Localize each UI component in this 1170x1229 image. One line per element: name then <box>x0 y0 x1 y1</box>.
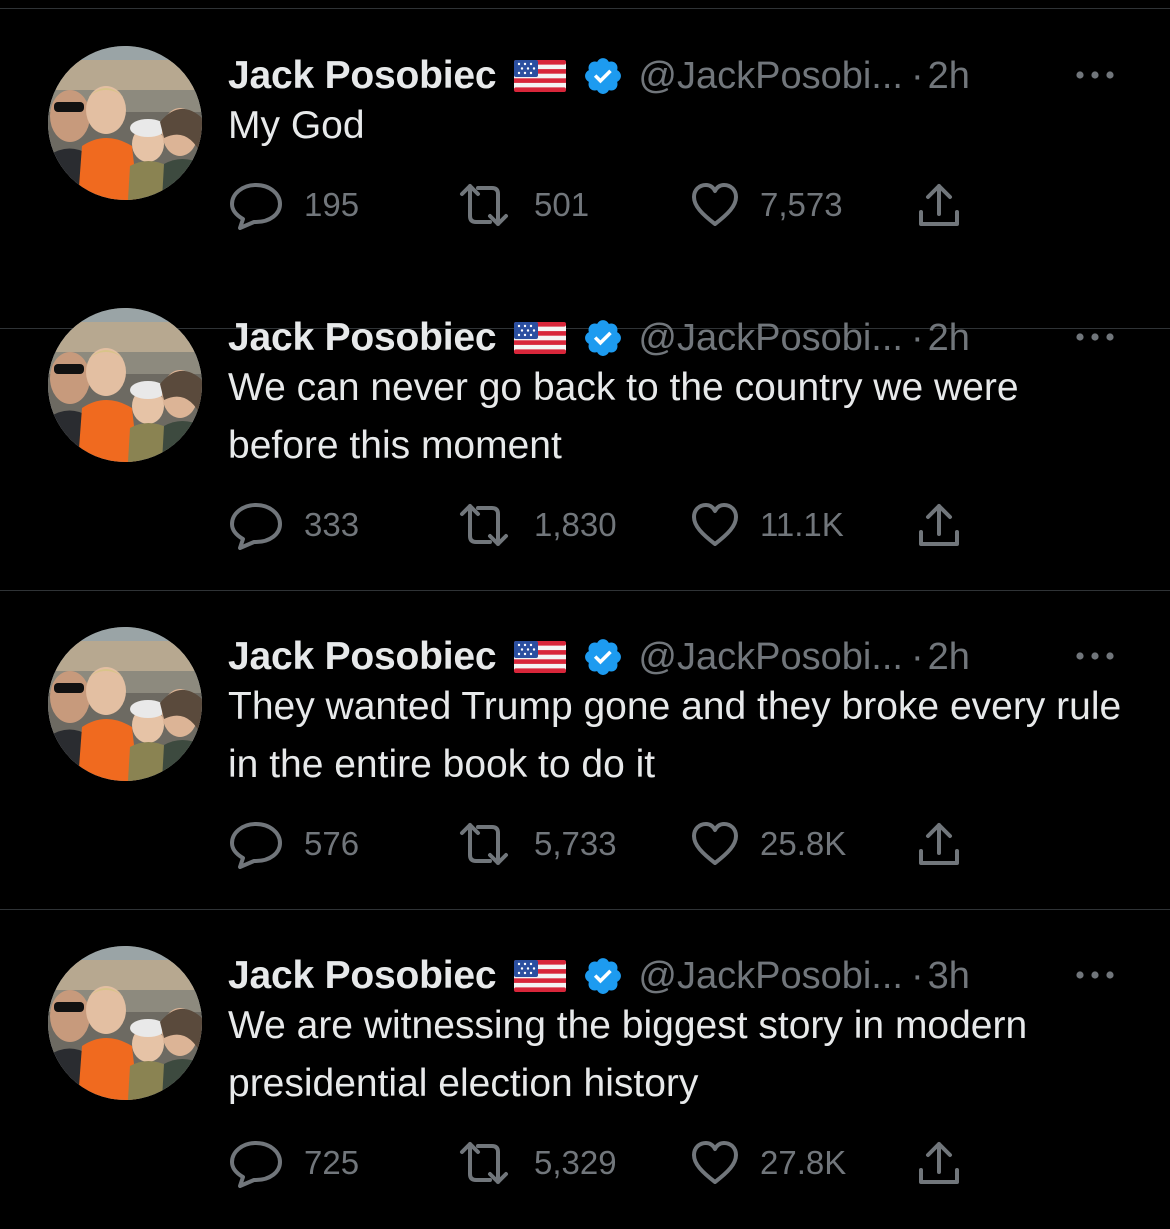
verified-badge-icon <box>582 955 624 997</box>
heart-icon <box>692 1141 738 1184</box>
tweet[interactable]: Jack Posobiec @JackPosobi... · 2h <box>0 591 1170 910</box>
like-count: 27.8K <box>760 1144 847 1181</box>
timestamp[interactable]: 2h <box>928 55 970 98</box>
retweet-icon <box>460 823 508 865</box>
like-button[interactable]: 11.1K <box>690 500 844 550</box>
retweet-count: 501 <box>534 186 590 223</box>
share-button[interactable] <box>916 1138 962 1188</box>
tweet-actions: 725 5,329 27.8K <box>228 1138 988 1188</box>
retweet-count: 1,830 <box>534 506 617 543</box>
tweet-text: My God <box>228 104 365 147</box>
reply-button[interactable]: 725 <box>228 1138 359 1188</box>
us-flag-icon <box>514 322 567 354</box>
more-options-icon[interactable] <box>1072 646 1118 666</box>
author-handle[interactable]: @JackPosobi... <box>638 955 903 998</box>
avatar[interactable] <box>48 627 202 781</box>
dot-separator: · <box>910 316 924 359</box>
us-flag-icon <box>514 960 567 992</box>
share-button[interactable] <box>916 819 962 869</box>
like-button[interactable]: 25.8K <box>690 819 846 869</box>
tweet-header: Jack Posobiec @JackPosobi... · 3h <box>228 950 970 1002</box>
dot-separator: · <box>910 54 924 97</box>
share-icon <box>919 823 959 865</box>
like-count: 11.1K <box>760 506 844 543</box>
reply-count: 195 <box>304 186 360 223</box>
avatar[interactable] <box>48 308 202 462</box>
author-handle[interactable]: @JackPosobi... <box>638 55 903 98</box>
author-name[interactable]: Jack Posobiec <box>228 954 497 998</box>
tweet-header: Jack Posobiec @JackPosobi... · 2h <box>228 631 970 683</box>
avatar[interactable] <box>48 946 202 1100</box>
more-options-icon[interactable] <box>1072 65 1118 85</box>
reply-button[interactable]: 195 <box>228 180 359 230</box>
author-handle[interactable]: @JackPosobi... <box>638 636 903 679</box>
reply-button[interactable]: 576 <box>228 819 359 869</box>
tweet-text: We can never go back to the country we w… <box>228 366 1019 467</box>
share-button[interactable] <box>916 500 962 550</box>
retweet-button[interactable]: 5,329 <box>454 1138 617 1188</box>
verified-badge-icon <box>582 55 624 97</box>
like-button[interactable]: 7,573 <box>690 180 843 230</box>
avatar[interactable] <box>48 46 202 200</box>
us-flag-icon <box>514 60 567 92</box>
author-name[interactable]: Jack Posobiec <box>228 635 497 679</box>
tweet-text: They wanted Trump gone and they broke ev… <box>228 685 1122 786</box>
heart-icon <box>692 503 738 546</box>
share-button[interactable] <box>916 180 962 230</box>
timestamp[interactable]: 2h <box>928 636 970 679</box>
author-handle[interactable]: @JackPosobi... <box>638 317 903 360</box>
retweet-icon <box>460 184 508 226</box>
reply-icon <box>230 822 282 869</box>
retweet-button[interactable]: 1,830 <box>454 500 617 550</box>
retweet-count: 5,733 <box>534 825 617 862</box>
reply-count: 725 <box>304 1144 360 1181</box>
share-icon <box>919 504 959 546</box>
reply-button[interactable]: 333 <box>228 500 359 550</box>
tweet[interactable]: Jack Posobiec @JackPosobi... · 3h We are… <box>0 910 1170 1229</box>
retweet-button[interactable]: 5,733 <box>454 819 617 869</box>
reply-count: 333 <box>304 506 360 543</box>
tweet-actions: 195 501 7,573 <box>228 180 988 230</box>
timestamp[interactable]: 3h <box>928 955 970 998</box>
retweet-icon <box>460 504 508 546</box>
reply-count: 576 <box>304 825 360 862</box>
us-flag-icon <box>514 641 567 673</box>
share-icon <box>919 184 959 226</box>
heart-icon <box>692 183 738 226</box>
tweet[interactable]: Jack Posobiec @JackPosobi... · 2h <box>0 272 1170 591</box>
author-name[interactable]: Jack Posobiec <box>228 316 497 360</box>
retweet-icon <box>460 1142 508 1184</box>
reply-icon <box>230 503 282 550</box>
retweet-count: 5,329 <box>534 1144 617 1181</box>
verified-badge-icon <box>582 317 624 359</box>
reply-icon <box>230 1141 282 1188</box>
verified-badge-icon <box>582 636 624 678</box>
dot-separator: · <box>910 635 924 678</box>
top-divider <box>0 8 1170 9</box>
author-name[interactable]: Jack Posobiec <box>228 54 497 98</box>
tweet-header: Jack Posobiec @JackPosobi... · 2h <box>228 312 970 364</box>
share-icon <box>919 1142 959 1184</box>
tweet-actions: 576 5,733 25.8K <box>228 819 988 869</box>
like-count: 7,573 <box>760 186 843 223</box>
like-button[interactable]: 27.8K <box>690 1138 846 1188</box>
tweet-text: We are witnessing the biggest story in m… <box>228 1004 1028 1105</box>
like-count: 25.8K <box>760 825 847 862</box>
timestamp[interactable]: 2h <box>928 317 970 360</box>
tweet-header: Jack Posobiec @JackPosobi... · 2h <box>228 50 970 102</box>
more-options-icon[interactable] <box>1072 965 1118 985</box>
retweet-button[interactable]: 501 <box>454 180 589 230</box>
heart-icon <box>692 822 738 865</box>
reply-icon <box>230 183 282 230</box>
more-options-icon[interactable] <box>1072 327 1118 347</box>
dot-separator: · <box>910 954 924 997</box>
tweet-actions: 333 1,830 11.1K <box>228 500 988 550</box>
